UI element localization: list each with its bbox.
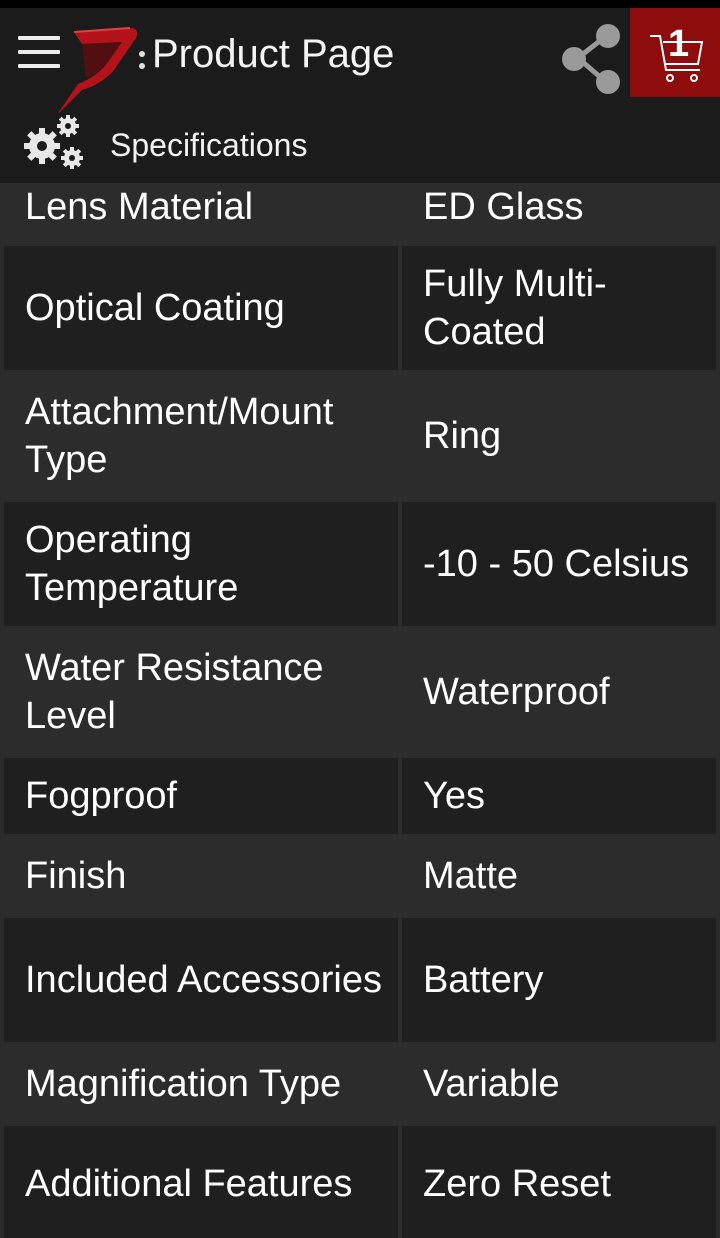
gears-icon (24, 115, 83, 169)
spec-value: Matte (402, 834, 716, 918)
spec-value: Waterproof (402, 626, 716, 758)
page-title: Product Page (152, 32, 395, 76)
spec-value: ED Glass (402, 183, 716, 246)
spec-value: Zero Reset (402, 1126, 716, 1238)
spec-row: Magnification Type Variable (0, 1042, 720, 1126)
spec-row: Water Resistance Level Waterproof (0, 626, 720, 758)
spec-row: Finish Matte (0, 834, 720, 918)
spec-key: Included Accessories (4, 918, 398, 1042)
spec-value: Variable (402, 1042, 716, 1126)
spec-row: Fogproof Yes (0, 758, 720, 834)
spec-key: Fogproof (4, 758, 398, 834)
app-header: Product Page 1 Specifications (0, 8, 720, 183)
spec-key: Finish (4, 834, 398, 918)
spec-value: Fully Multi-Coated (402, 246, 716, 370)
spec-row: Additional Features Zero Reset (0, 1126, 720, 1238)
spec-value: -10 - 50 Celsius (402, 502, 716, 626)
section-title: Specifications (110, 127, 308, 163)
spec-key: Lens Material (4, 183, 398, 246)
spec-key: Operating Temperature (4, 502, 398, 626)
specifications-table: Lens Material ED Glass Optical Coating F… (0, 183, 720, 1238)
brand-logo[interactable] (52, 18, 152, 113)
spec-row: Lens Material ED Glass (0, 183, 720, 246)
spec-row: Optical Coating Fully Multi-Coated (0, 246, 720, 370)
cart-button[interactable]: 1 (630, 8, 720, 97)
spec-key: Magnification Type (4, 1042, 398, 1126)
share-icon[interactable] (558, 20, 628, 98)
spec-value: Yes (402, 758, 716, 834)
spec-value: Ring (402, 370, 716, 502)
spec-key: Additional Features (4, 1126, 398, 1238)
spec-row: Included Accessories Battery (0, 918, 720, 1042)
spec-key: Attachment/Mount Type (4, 370, 398, 502)
spec-row: Operating Temperature -10 - 50 Celsius (0, 502, 720, 626)
spec-key: Water Resistance Level (4, 626, 398, 758)
cart-count-badge: 1 (668, 23, 690, 65)
status-bar (0, 0, 720, 8)
spec-value: Battery (402, 918, 716, 1042)
spec-row: Attachment/Mount Type Ring (0, 370, 720, 502)
spec-key: Optical Coating (4, 246, 398, 370)
